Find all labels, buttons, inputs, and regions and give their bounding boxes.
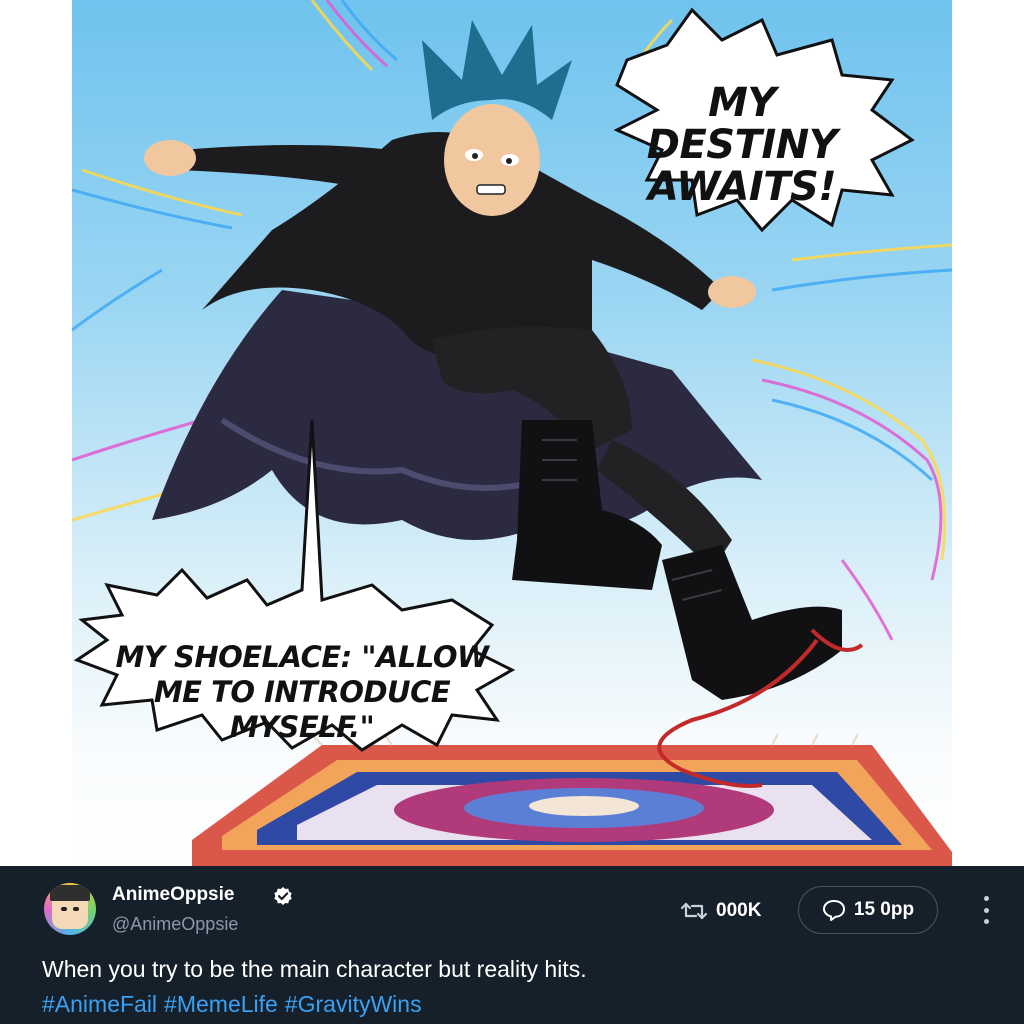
reply-icon xyxy=(822,900,845,921)
retweet-button[interactable]: 000K xyxy=(680,898,761,924)
bubble-bottom-text: MY SHOELACE: "ALLOW ME TO INTRODUCE MYSE… xyxy=(115,640,489,744)
hashtags: #AnimeFail #MemeLife #GravityWins xyxy=(42,991,422,1018)
hashtag-link[interactable]: #AnimeFail xyxy=(42,991,157,1018)
display-name[interactable]: AnimeOppsie xyxy=(112,884,234,906)
reply-count: 15 0pp xyxy=(853,899,915,920)
hashtag-link[interactable]: #GravityWins xyxy=(285,991,422,1018)
reply-button[interactable]: 15 0pp xyxy=(798,886,938,934)
avatar-hair xyxy=(50,885,90,901)
avatar-eye xyxy=(61,907,67,911)
verified-badge-icon xyxy=(274,887,292,905)
tweet-text: When you try to be the main character bu… xyxy=(42,956,587,982)
avatar-eye xyxy=(73,907,79,911)
avatar[interactable] xyxy=(44,883,96,935)
meme-image[interactable]: MY DESTINY AWAITS! MY SHOELACE: "ALLOW M… xyxy=(72,0,952,866)
right-margin xyxy=(952,0,1024,866)
persian-rug xyxy=(192,733,952,866)
retweet-count: 000K xyxy=(716,900,762,921)
bubble-top-text: MY DESTINY AWAITS! xyxy=(646,80,838,210)
left-margin xyxy=(0,0,72,866)
more-vertical-icon[interactable] xyxy=(978,896,994,924)
retweet-icon xyxy=(680,902,708,920)
hashtag-link[interactable]: #MemeLife xyxy=(164,991,278,1018)
handle[interactable]: @AnimeOppsie xyxy=(112,914,238,935)
